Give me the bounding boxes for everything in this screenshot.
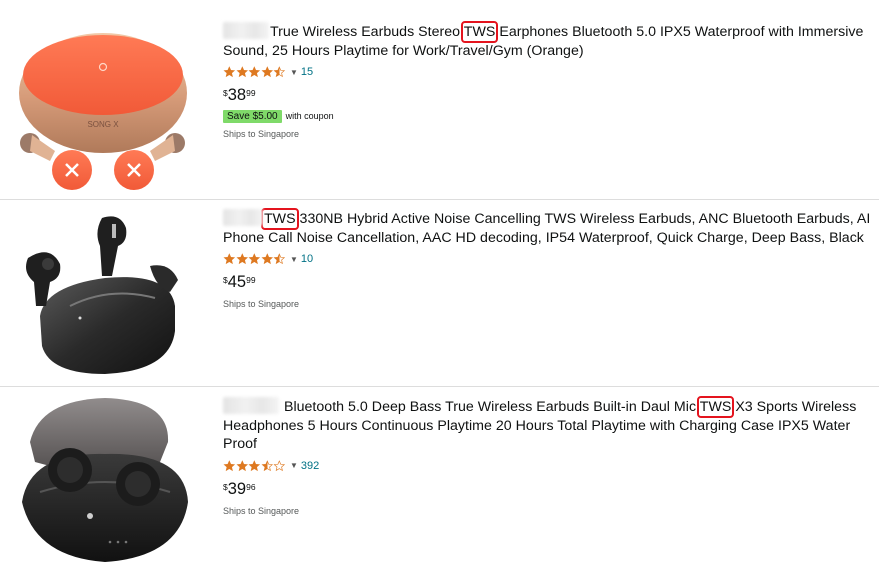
product-title-1[interactable]: True Wireless Earbuds Stereo TWS Earphon… bbox=[223, 21, 873, 60]
price[interactable]: $ 45 99 bbox=[223, 273, 873, 293]
rating-row: ▼ 392 bbox=[223, 459, 873, 473]
title-text: 330NB Hybrid Active Noise Cancelling TWS… bbox=[223, 211, 871, 246]
shipping-info: Ships to Singapore bbox=[223, 129, 300, 139]
blurred-brand-name bbox=[223, 22, 269, 39]
product-image-3[interactable] bbox=[10, 392, 195, 567]
case-brand-label: SONG X bbox=[87, 120, 119, 129]
product-image-2[interactable] bbox=[10, 206, 195, 381]
review-count[interactable]: 392 bbox=[301, 460, 319, 472]
star-icon bbox=[261, 253, 273, 265]
star-icon bbox=[261, 66, 273, 78]
search-result-1: SONG X True Wireless Earbuds Stereo TWS … bbox=[0, 0, 879, 199]
chevron-down-icon[interactable]: ▼ bbox=[290, 68, 298, 77]
star-icon bbox=[223, 253, 236, 265]
coupon: Save $5.00 with coupon bbox=[223, 109, 873, 123]
price-whole: 38 bbox=[227, 86, 247, 104]
star-icon bbox=[273, 66, 286, 78]
rating-row: ▼ 10 bbox=[223, 252, 873, 266]
star-rating[interactable] bbox=[223, 253, 286, 265]
price-whole: 39 bbox=[227, 479, 247, 498]
search-result-2: TWS 330NB Hybrid Active Noise Cancelling… bbox=[0, 200, 879, 386]
star-icon bbox=[248, 66, 261, 78]
star-icon bbox=[261, 459, 273, 471]
price-fraction: 96 bbox=[246, 481, 256, 492]
price-fraction: 99 bbox=[246, 88, 256, 98]
blurred-brand-name bbox=[223, 397, 279, 414]
product-title-3[interactable]: Bluetooth 5.0 Deep Bass True Wireless Ea… bbox=[223, 396, 873, 454]
search-result-3: Bluetooth 5.0 Deep Bass True Wireless Ea… bbox=[0, 387, 879, 569]
tws-highlight: TWS bbox=[261, 208, 299, 230]
price[interactable]: $ 39 96 bbox=[223, 480, 873, 500]
orange-earbuds-case-icon: SONG X bbox=[19, 33, 187, 190]
title-text: True Wireless Earbuds Stereo bbox=[270, 24, 464, 40]
star-icon bbox=[248, 459, 261, 471]
coupon-text: with coupon bbox=[285, 111, 334, 121]
tws-highlight: TWS bbox=[460, 21, 499, 43]
product-image-1[interactable]: SONG X bbox=[10, 15, 195, 190]
review-count[interactable]: 15 bbox=[301, 66, 313, 78]
star-icon bbox=[248, 253, 261, 265]
price-fraction: 99 bbox=[246, 275, 256, 285]
star-icon bbox=[236, 66, 248, 78]
tws-highlight: TWS bbox=[696, 396, 735, 418]
title-text: Bluetooth 5.0 Deep Bass True Wireless Ea… bbox=[280, 399, 700, 415]
star-rating[interactable] bbox=[223, 66, 286, 78]
price-whole: 45 bbox=[227, 273, 247, 291]
chevron-down-icon[interactable]: ▼ bbox=[290, 255, 298, 264]
coupon-badge[interactable]: Save $5.00 bbox=[223, 109, 282, 123]
black-anc-earbuds-case-icon bbox=[26, 216, 178, 374]
star-icon bbox=[223, 459, 236, 471]
rating-row: ▼ 15 bbox=[223, 65, 873, 79]
star-rating[interactable] bbox=[223, 459, 286, 472]
star-icon bbox=[223, 66, 236, 78]
blurred-brand-name bbox=[223, 209, 263, 226]
product-title-2[interactable]: TWS 330NB Hybrid Active Noise Cancelling… bbox=[223, 208, 873, 247]
shipping-info: Ships to Singapore bbox=[223, 299, 300, 309]
review-count[interactable]: 10 bbox=[301, 253, 313, 265]
black-round-earbuds-case-icon bbox=[22, 398, 188, 562]
chevron-down-icon[interactable]: ▼ bbox=[290, 461, 298, 470]
star-icon bbox=[236, 253, 248, 265]
shipping-info: Ships to Singapore bbox=[223, 505, 300, 516]
star-icon bbox=[273, 253, 286, 265]
star-icon bbox=[273, 459, 286, 471]
star-icon bbox=[236, 459, 248, 471]
price[interactable]: $ 38 99 bbox=[223, 86, 873, 106]
